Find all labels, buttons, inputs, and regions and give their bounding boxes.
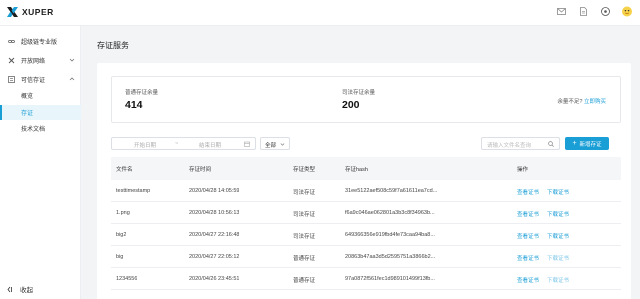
chevron-up-icon	[69, 77, 75, 81]
search-placeholder: 请输入文件名查询	[487, 143, 532, 149]
download-certificate-link[interactable]: 下载证书	[547, 188, 569, 196]
certificate-icon	[8, 75, 15, 83]
sidebar-subitem-overview[interactable]: 概览	[0, 88, 81, 103]
cell-hash: f6a9c046ae062801a3b3c8f34963b...	[345, 210, 435, 216]
cell-time: 2020/04/28 10:56:13	[189, 210, 240, 216]
cell-type: 司法存证	[293, 212, 316, 218]
view-certificate-link[interactable]: 查看证书	[517, 188, 539, 196]
filename-search-input[interactable]: 请输入文件名查询	[481, 137, 560, 150]
normal-quota-value: 414	[125, 99, 143, 111]
table-row: 1234556 2020/04/26 23:45:51 普通存证 97a0872…	[111, 268, 621, 290]
normal-quota-label: 普通存证余量	[125, 90, 159, 96]
table-header: 文件名 存证时间 存证类型 存证hash 操作	[111, 157, 621, 180]
sidebar-item-label: 超级链专业版	[21, 39, 58, 46]
download-certificate-link[interactable]: 下载证书	[547, 276, 569, 284]
avatar[interactable]	[622, 6, 632, 16]
column-header-type: 存证类型	[293, 167, 316, 173]
deposit-type-value: 全部	[265, 143, 277, 149]
low-quota-notice: 余量不足? 立即购买	[557, 97, 606, 105]
chain-icon	[8, 39, 15, 43]
cell-type: 普通存证	[293, 278, 316, 284]
sidebar-item-xuperchain-pro[interactable]: 超级链专业版	[0, 33, 81, 49]
download-certificate-link[interactable]: 下载证书	[547, 232, 569, 240]
sidebar-subitem-tech-docs[interactable]: 技术文档	[0, 121, 81, 136]
cell-hash: 649366356e919fbd4fe73caa94ba8...	[345, 232, 435, 238]
view-certificate-link[interactable]: 查看证书	[517, 232, 539, 240]
start-date-input[interactable]: 开始日期	[134, 141, 156, 149]
quota-panel: 普通存证余量 414 司法存证余量 200 余量不足? 立即购买	[111, 76, 621, 123]
sidebar-subitem-label: 概览	[21, 94, 34, 100]
mail-icon[interactable]	[556, 6, 566, 16]
view-certificate-link[interactable]: 查看证书	[517, 210, 539, 218]
collapse-sidebar-button[interactable]: 收起	[7, 284, 33, 294]
cell-time: 2020/04/27 22:05:12	[189, 254, 240, 260]
deposit-type-select[interactable]: 全部	[260, 137, 290, 150]
cell-filename: big	[116, 254, 124, 260]
date-range-picker[interactable]: 开始日期 ~ 结束日期	[111, 137, 256, 150]
download-certificate-link[interactable]: 下载证书	[547, 254, 569, 262]
main-card: 普通存证余量 414 司法存证余量 200 余量不足? 立即购买 开始日期 ~ …	[97, 63, 631, 299]
chevron-down-icon	[69, 58, 75, 62]
column-header-filename: 文件名	[116, 167, 133, 173]
cell-type: 普通存证	[293, 256, 316, 262]
sidebar: 超级链专业版 开放网络 可信存证 概览 存证 技术文档 收起	[0, 26, 81, 299]
cell-type: 司法存证	[293, 190, 316, 196]
collapse-label: 收起	[20, 287, 33, 294]
top-bar: XUPER	[0, 0, 640, 26]
table-row: big2 2020/04/27 22:16:48 司法存证 649366356e…	[111, 224, 621, 246]
table-row: 1.png 2020/04/28 10:56:13 司法存证 f6a9c046a…	[111, 202, 621, 224]
collapse-icon	[7, 286, 12, 292]
cell-filename: 1.png	[116, 210, 130, 216]
app-name: XUPER	[22, 7, 54, 17]
add-deposit-button[interactable]: + 新增存证	[565, 137, 609, 150]
cell-time: 2020/04/26 23:45:51	[189, 276, 240, 282]
xuper-logo-icon	[7, 7, 18, 17]
sidebar-item-label: 可信存证	[21, 77, 46, 84]
cell-time: 2020/04/28 14:05:59	[189, 188, 240, 194]
chevron-down-icon	[280, 143, 285, 146]
table-row: testtimestamp 2020/04/28 14:05:59 司法存证 3…	[111, 180, 621, 202]
end-date-input[interactable]: 结束日期	[199, 141, 221, 149]
download-certificate-link[interactable]: 下载证书	[547, 210, 569, 218]
judicial-quota-value: 200	[342, 99, 360, 111]
column-header-actions: 操作	[517, 167, 529, 173]
column-header-time: 存证时间	[189, 167, 212, 173]
document-icon[interactable]	[578, 6, 588, 16]
page-title: 存证服务	[97, 41, 129, 50]
buy-now-link[interactable]: 立即购买	[584, 99, 606, 105]
calendar-icon	[244, 141, 250, 147]
cell-type: 司法存证	[293, 234, 316, 240]
cell-filename: 1234556	[116, 276, 138, 282]
cell-time: 2020/04/27 22:16:48	[189, 232, 240, 238]
date-separator: ~	[175, 141, 179, 147]
cell-filename: big2	[116, 232, 127, 238]
sidebar-item-label: 开放网络	[21, 58, 46, 65]
sidebar-subitem-label: 存证	[21, 111, 34, 117]
cell-hash: 20863b47aa3d5d2595751a3866b2...	[345, 254, 436, 260]
view-certificate-link[interactable]: 查看证书	[517, 276, 539, 284]
plus-icon: +	[572, 140, 577, 147]
judicial-quota-label: 司法存证余量	[342, 90, 376, 96]
sidebar-subitem-label: 技术文档	[21, 127, 46, 133]
low-quota-text: 余量不足?	[557, 99, 583, 105]
sidebar-subitem-deposit[interactable]: 存证	[0, 105, 81, 120]
sidebar-item-trusted-deposit[interactable]: 可信存证	[0, 71, 81, 87]
cell-hash: 31ee5122aef508c59f7a61611ea7cd...	[345, 188, 438, 194]
sidebar-item-open-network[interactable]: 开放网络	[0, 52, 81, 68]
cell-hash: 97a0872f561fec1d989101499f13fb...	[345, 276, 435, 282]
cell-filename: testtimestamp	[116, 188, 151, 194]
compass-icon[interactable]	[600, 6, 610, 16]
network-icon	[8, 57, 15, 63]
search-icon[interactable]	[548, 141, 554, 147]
column-header-hash: 存证hash	[345, 167, 368, 173]
table-row: big 2020/04/27 22:05:12 普通存证 20863b47aa3…	[111, 246, 621, 268]
logo[interactable]: XUPER	[6, 6, 54, 18]
add-deposit-label: 新增存证	[579, 141, 602, 148]
view-certificate-link[interactable]: 查看证书	[517, 254, 539, 262]
